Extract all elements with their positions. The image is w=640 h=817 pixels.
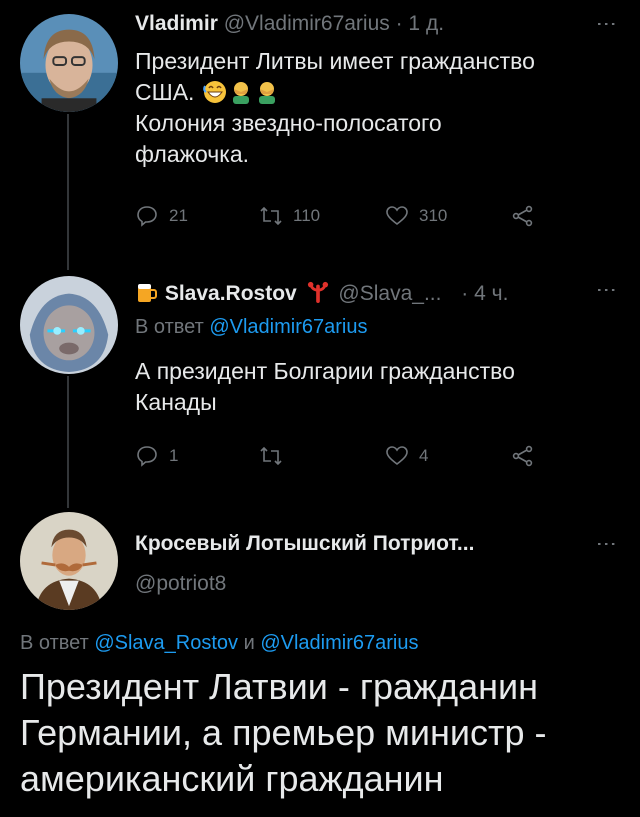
display-name[interactable]: Кросевый Лотышский Потриот... [135,532,474,555]
share-button[interactable] [511,204,535,228]
lobster-icon [307,281,328,303]
reply-button[interactable]: 21 [135,204,188,228]
like-button[interactable]: 4 [385,444,428,468]
reply-label: В ответ [135,316,204,338]
tweet-2-text: А президент Болгарии гражданство Канады [135,356,615,418]
reply-count: 21 [169,206,188,225]
retweet-count: 110 [293,206,321,225]
reply-label: В ответ [20,632,89,654]
reply-handle-link[interactable]: @Vladimir67arius [209,316,367,338]
tweet-text-line: Канады [135,389,217,415]
handle[interactable]: @Vladimir67arius [224,12,390,35]
tweet-3-text: Президент Латвии - гражданин Германии, а… [20,664,620,802]
share-button[interactable] [511,444,535,468]
handle[interactable]: @potriot8 [135,572,226,596]
tweet-text-line: Колония звездно-полосатого [135,110,442,136]
tweet-1-actions: 21 110 310 [135,204,555,234]
like-count: 310 [419,206,448,225]
facepalm-emoji [232,82,249,104]
retweet-icon [260,206,282,226]
facepalm-emoji [258,82,275,104]
like-icon [386,446,408,466]
thread-line-2 [67,376,69,508]
timestamp[interactable]: · 1 д. [396,12,444,35]
thread-line-1 [67,114,69,270]
tweet-2-actions: 1 4 [135,444,555,474]
beer-icon [138,284,157,302]
avatar-slava-rostov[interactable] [20,276,118,374]
more-icon[interactable]: ⋮ [595,280,617,300]
timestamp[interactable]: · 4 ч. [461,282,508,305]
retweet-button[interactable] [259,444,293,468]
reply-handle-link[interactable]: @Vladimir67arius [260,632,418,654]
tweet-text-line: американский гражданин [20,758,444,799]
reply-count: 1 [169,446,179,465]
tweet-1-header: Vladimir @Vladimir67arius · 1 д. [135,12,444,36]
more-icon[interactable]: ⋮ [595,534,617,554]
like-icon [386,206,408,226]
avatar-vladimir[interactable] [20,14,118,112]
reply-context: В ответ @Slava_Rostov и @Vladimir67arius [20,632,418,655]
avatar-potriot[interactable] [20,512,118,610]
reply-and: и [243,632,255,654]
tweet-text-line: Германии, а премьер министр - [20,712,547,753]
tweet-2-header: Slava.Rostov @Slava_... · 4 ч. [135,280,508,306]
tweet-text-line: Президент Литвы имеет гражданство [135,48,535,74]
tweet-text-line: А президент Болгарии гражданство [135,358,515,384]
tweet-3-header: Кросевый Лотышский Потриот... [135,532,474,556]
share-icon [512,445,533,467]
grinning-emoji [203,81,226,103]
retweet-button[interactable]: 110 [259,204,320,228]
reply-button[interactable]: 1 [135,444,178,468]
tweet-text-line: США. [135,77,615,108]
tweet-text-line: Президент Латвии - гражданин [20,666,538,707]
tweet-text-fragment: США. [135,79,195,105]
display-name[interactable]: Slava.Rostov [165,282,297,305]
reply-icon [137,206,157,227]
tweet-1-text: Президент Литвы имеет гражданство США. К… [135,46,615,170]
tweet-text-line: флажочка. [135,141,250,167]
retweet-icon [260,446,282,466]
more-icon[interactable]: ⋮ [595,14,617,34]
like-count: 4 [419,446,429,465]
handle[interactable]: @Slava_... [338,282,441,305]
like-button[interactable]: 310 [385,204,447,228]
share-icon [512,205,533,227]
reply-context: В ответ @Vladimir67arius [135,316,367,339]
reply-icon [137,446,157,467]
reply-handle-link[interactable]: @Slava_Rostov [94,632,238,654]
display-name[interactable]: Vladimir [135,12,218,35]
